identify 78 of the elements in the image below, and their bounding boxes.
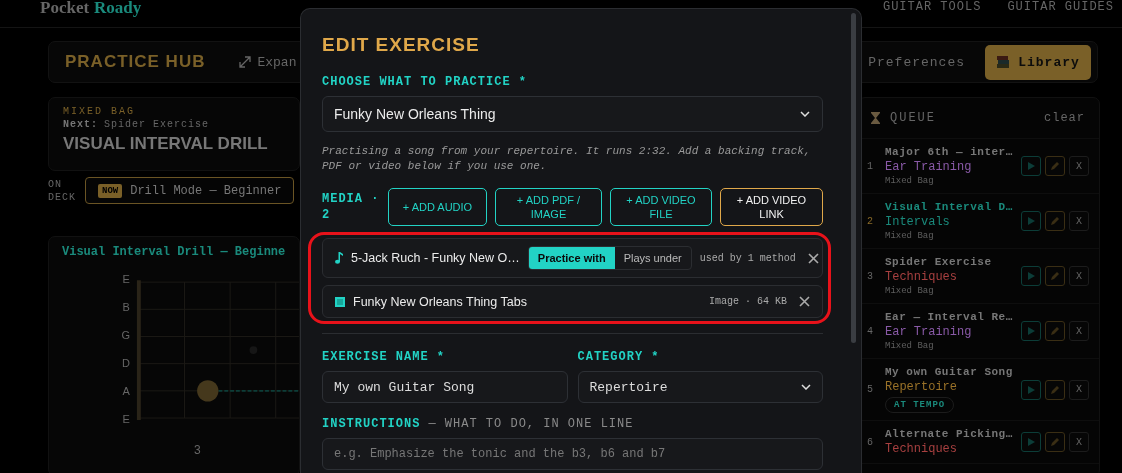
hub-title: PRACTICE HUB — [65, 52, 206, 72]
bag-label: MIXED BAG — [63, 106, 136, 117]
media-item[interactable]: Funky New Orleans Thing Tabs Image · 64 KB — [322, 285, 823, 318]
instructions-field[interactable]: e.g. Emphasize the tonic and the b3, b6 and b7 — [322, 438, 823, 470]
fretboard-title: Visual Interval Drill — Beginne — [62, 245, 287, 259]
clear-link[interactable]: clear — [1044, 111, 1085, 125]
item-subtitle: Mixed Bag — [885, 286, 935, 296]
category-label: Repertoire — [885, 380, 958, 394]
add-media-button[interactable]: + ADD VIDEO FILE — [610, 188, 712, 226]
category-label: Intervals — [885, 215, 951, 229]
remove-button[interactable]: X — [1069, 211, 1089, 231]
next-label: Next: — [63, 119, 98, 130]
item-number: 2 — [867, 215, 874, 227]
category-select[interactable]: Repertoire — [577, 371, 823, 403]
item-title: Alternate Picking… — [885, 428, 1014, 440]
next-exercise: Spider Exercise — [104, 119, 210, 130]
nav-link[interactable]: GUITAR TOOLS — [882, 0, 982, 27]
mode-option[interactable]: Plays under — [614, 247, 691, 269]
item-title: Major 6th — inter… — [885, 146, 1014, 158]
string-label: A — [122, 385, 130, 399]
remove-button[interactable]: X — [1069, 379, 1089, 400]
add-media-button[interactable]: + ADD PDF / IMAGE — [495, 188, 602, 226]
on-deck-label: ON DECK — [48, 177, 77, 204]
field-label: CATEGORY * — [577, 350, 661, 364]
queue-title: QUEUE — [890, 111, 936, 125]
media-name: Funky New Orleans Thing Tabs — [353, 294, 528, 309]
preferences-link[interactable]: Preferences — [868, 54, 965, 70]
category-label: Ear Training — [885, 325, 973, 339]
now-badge: NOW — [98, 183, 123, 198]
exercise-name-field[interactable]: My own Guitar Song — [322, 371, 568, 403]
media-meta: used by 1 method — [699, 252, 796, 264]
item-subtitle: Mixed Bag — [885, 176, 935, 186]
category-label: Techniques — [885, 270, 958, 284]
item-subtitle: Mixed Bag — [885, 231, 935, 241]
brand-name[interactable]: Roady — [94, 0, 142, 27]
item-number: 3 — [867, 270, 874, 282]
string-label: D — [122, 357, 130, 371]
remove-button[interactable]: X — [1069, 156, 1089, 176]
mode-toggle[interactable]: Practice with Plays under — [527, 246, 692, 270]
drill-mode-button[interactable]: NOW Drill Mode — Beginner — [85, 177, 295, 204]
category-label: Techniques — [885, 442, 958, 456]
media-name: 5-Jack Ruch - Funky New O… — [351, 251, 520, 265]
category-label: Ear Training — [885, 160, 973, 174]
item-number: 1 — [867, 160, 874, 172]
media-meta: Image · 64 KB — [709, 296, 787, 307]
add-media-button[interactable]: + ADD VIDEO LINK — [720, 188, 823, 226]
string-label: E — [122, 273, 130, 287]
item-subtitle: Mixed Bag — [885, 341, 935, 351]
media-label: MEDIA · 2 — [322, 191, 380, 223]
library-button[interactable]: Library — [985, 44, 1091, 80]
remove-button[interactable]: X — [1069, 266, 1089, 286]
help-text: Practising a song from your repertoire. It runs 2:32. Add a backing track, PDF or video below if you use one. — [322, 144, 812, 174]
practice-select[interactable]: Funky New Orleans Thing — [322, 96, 823, 132]
string-label: E — [122, 413, 130, 427]
item-number: 6 — [867, 436, 874, 448]
field-label: EXERCISE NAME * — [322, 350, 447, 364]
mode-option[interactable]: Practice with — [528, 247, 615, 269]
field-label: CHOOSE WHAT TO PRACTICE * — [322, 75, 529, 89]
fret-number: 3 — [194, 443, 201, 457]
media-item[interactable]: 5-Jack Ruch - Funky New O… Practice with Plays under used by 1 method — [322, 238, 823, 278]
remove-button[interactable]: X — [1069, 321, 1089, 341]
item-title: My own Guitar Song — [885, 366, 1014, 378]
add-media-button[interactable]: + ADD AUDIO — [388, 188, 487, 226]
field-label: INSTRUCTIONS — [322, 417, 421, 431]
expand-link[interactable]: Expan — [257, 54, 297, 70]
exercise-title: VISUAL INTERVAL DRILL — [63, 134, 269, 154]
remove-button[interactable]: X — [1069, 432, 1089, 452]
item-title: Visual Interval D… — [885, 201, 1014, 213]
field-hint: — WHAT TO DO, IN ONE LINE — [428, 417, 634, 431]
item-title: Spider Exercise — [885, 256, 993, 268]
item-title: Ear — Interval Re… — [885, 311, 1014, 323]
string-label: G — [121, 329, 130, 343]
nav-link[interactable]: GUITAR GUIDES — [1007, 0, 1114, 27]
item-number: 5 — [867, 384, 874, 395]
dialog-title: EDIT EXERCISE — [322, 33, 481, 57]
brand-name[interactable]: Pocket — [40, 0, 90, 27]
string-label: B — [122, 301, 130, 315]
item-number: 4 — [867, 325, 874, 337]
